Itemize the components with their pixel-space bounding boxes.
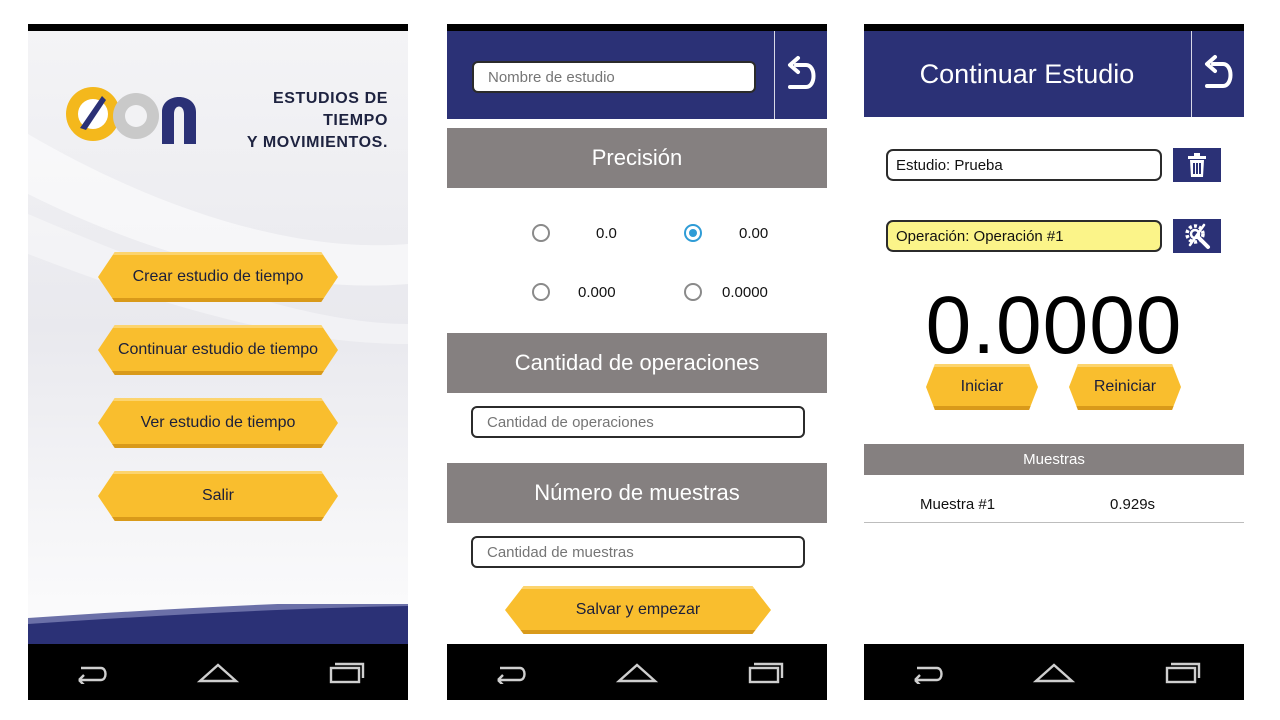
exit-button[interactable]: Salir: [98, 471, 338, 521]
home-icon[interactable]: [188, 652, 248, 692]
trash-icon: [1188, 153, 1206, 177]
precision-header: Precisión: [447, 128, 827, 188]
android-nav-bar: [864, 644, 1244, 700]
recents-icon[interactable]: [1151, 652, 1211, 692]
undo-button[interactable]: [1191, 31, 1244, 117]
continue-study-button[interactable]: Continuar estudio de tiempo: [98, 325, 338, 375]
continue-study-screen: Continuar Estudio Estudio: Prueba Operac…: [864, 24, 1244, 700]
operations-input[interactable]: Cantidad de operaciones: [471, 406, 805, 438]
bottom-wave: [28, 604, 408, 644]
status-bar: [447, 24, 827, 31]
create-study-button[interactable]: Crear estudio de tiempo: [98, 252, 338, 302]
operation-field[interactable]: Operación: Operación #1: [886, 220, 1162, 252]
back-arrow-icon[interactable]: [480, 652, 540, 692]
header-bar: Continuar Estudio: [864, 31, 1244, 117]
undo-button[interactable]: [774, 31, 827, 119]
undo-icon: [788, 56, 816, 89]
back-arrow-icon[interactable]: [61, 652, 121, 692]
view-study-button[interactable]: Ver estudio de tiempo: [98, 398, 338, 448]
reset-button[interactable]: Reiniciar: [1069, 364, 1181, 410]
home-icon[interactable]: [1024, 652, 1084, 692]
samples-header: Muestras: [864, 444, 1244, 475]
timer-display: 0.0000: [925, 280, 1183, 371]
study-name-input[interactable]: Nombre de estudio: [472, 61, 756, 93]
save-and-start-button[interactable]: Salvar y empezar: [505, 586, 771, 634]
page-title: Continuar Estudio: [919, 59, 1135, 89]
back-arrow-icon[interactable]: [897, 652, 957, 692]
status-bar: [864, 24, 1244, 31]
brand-title: ESTUDIOS DE TIEMPO Y MOVIMIENTOS.: [213, 88, 388, 154]
operation-label: Operación:: [896, 227, 970, 245]
eon-logo: [66, 87, 196, 144]
home-icon[interactable]: [607, 652, 667, 692]
start-button[interactable]: Iniciar: [926, 364, 1038, 410]
operations-header: Cantidad de operaciones: [447, 333, 827, 393]
main-menu-screen: ESTUDIOS DE TIEMPO Y MOVIMIENTOS. Crear …: [28, 24, 408, 700]
operation-value: Operación #1: [973, 227, 1064, 245]
precision-radio-0[interactable]: [532, 224, 550, 242]
brand-line-2: Y MOVIMIENTOS.: [246, 134, 388, 151]
create-study-screen: Nombre de estudio Precisión 0.0 0.00 0.0…: [447, 24, 827, 700]
precision-label-3: 0.0000: [722, 284, 768, 301]
precision-label-0: 0.0: [596, 225, 617, 242]
precision-label-1: 0.00: [739, 225, 769, 242]
precision-radio-2[interactable]: [532, 283, 550, 301]
samples-input[interactable]: Cantidad de muestras: [471, 536, 805, 568]
recents-icon[interactable]: [734, 652, 794, 692]
gear-wrench-icon: [1185, 223, 1210, 249]
samples-header: Número de muestras: [447, 463, 827, 523]
precision-radio-3[interactable]: [684, 283, 702, 301]
study-field[interactable]: Estudio: Prueba: [886, 149, 1162, 181]
recents-icon[interactable]: [315, 652, 375, 692]
brand-line-1: ESTUDIOS DE TIEMPO: [272, 90, 388, 129]
sample-value: 0.929s: [1110, 496, 1156, 513]
study-value: Prueba: [954, 156, 1003, 174]
settings-button[interactable]: [1173, 219, 1221, 253]
sample-name: Muestra #1: [920, 496, 996, 513]
delete-button[interactable]: [1173, 148, 1221, 182]
android-nav-bar: [28, 644, 408, 700]
undo-icon: [1205, 55, 1233, 88]
precision-radio-1[interactable]: [684, 224, 702, 242]
study-label: Estudio:: [896, 156, 951, 174]
header-bar: Nombre de estudio: [447, 31, 827, 119]
android-nav-bar: [447, 644, 827, 700]
precision-label-2: 0.000: [578, 284, 616, 301]
table-row[interactable]: Muestra #1 0.929s: [864, 482, 1244, 523]
